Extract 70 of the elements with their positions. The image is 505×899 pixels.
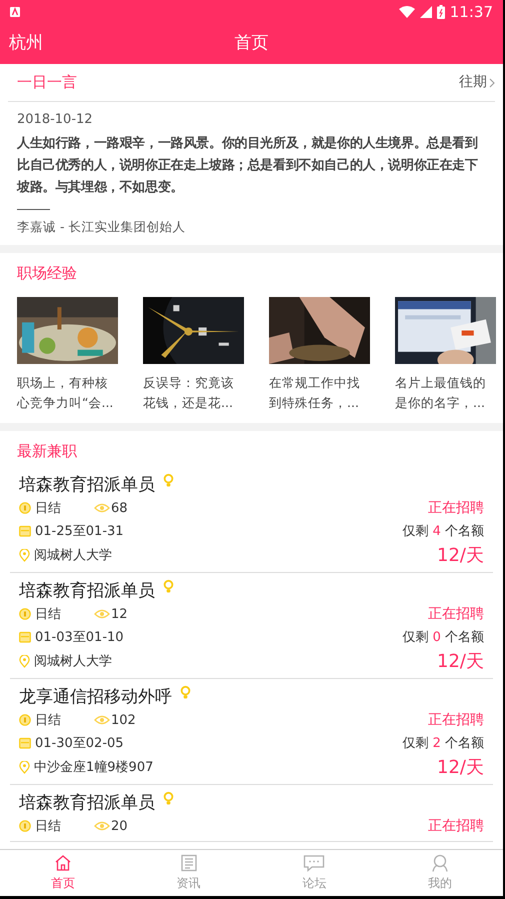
eye-icon (94, 503, 110, 514)
city-selector[interactable]: 杭州 (0, 31, 43, 57)
pay-type: 日结 (35, 606, 61, 624)
lightbulb-icon (180, 684, 191, 700)
signal-icon (420, 6, 432, 18)
coin-icon (19, 714, 31, 726)
quote-date: 2018-10-12 (17, 111, 94, 129)
job-title[interactable]: 培森教育招派单员 (19, 790, 155, 815)
job-status: 正在招聘 (428, 816, 484, 836)
job-dates: 01-30至02-05 (35, 734, 124, 752)
job-status: 正在招聘 (428, 710, 484, 730)
location-pin-icon (19, 655, 30, 668)
home-icon (54, 854, 72, 872)
tab[interactable]: 首页 (0, 850, 126, 896)
pay-type: 日结 (35, 818, 61, 836)
article-title[interactable]: 名片上最值钱的是你的名字，... (395, 373, 496, 414)
lightbulb-icon (163, 472, 174, 488)
newspaper-icon (180, 854, 198, 872)
article-title[interactable]: 在常规工作中找到特殊任务，... (269, 373, 370, 414)
section-title: 最新兼职 (16, 441, 78, 462)
remaining-slots: 仅剩 0 个名额 (402, 628, 484, 647)
job-title[interactable]: 培森教育招派单员 (19, 578, 155, 603)
view-count: 102 (111, 712, 136, 730)
job-location: 阅城树人大学 (34, 547, 112, 565)
quote-author: 李嘉诚 - 长江实业集团创始人 (17, 218, 186, 236)
person-icon (431, 854, 450, 872)
eye-icon (94, 609, 110, 620)
page-title: 首页 (234, 32, 268, 56)
quote-text: 人生如行路，一路艰辛，一路风景。你的目光所及，就是你的人生境界。总是看到比自己优秀的人，说明你正在走上坡路；总是看到不如自己的人，说明你正在走下坡路。与其埋怨，不如思变。 (17, 134, 479, 197)
article-title[interactable]: 反误导：究竟该花钱，还是花... (143, 373, 244, 414)
job-status: 正在招聘 (428, 498, 484, 518)
job-title[interactable]: 龙享通信招移动外呼 (19, 684, 172, 709)
article-title[interactable]: 职场上，有种核心竞争力叫“会... (17, 373, 118, 414)
section-title: 职场经验 (16, 262, 78, 284)
remaining-slots: 仅剩 2 个名额 (402, 734, 484, 753)
view-count: 20 (111, 818, 128, 836)
history-link[interactable]: 往期 (459, 72, 495, 93)
job-dates: 01-25至01-31 (35, 522, 124, 540)
status-time: 11:37 (450, 2, 493, 23)
eye-icon (94, 821, 110, 832)
view-count: 68 (111, 500, 128, 518)
calendar-icon (19, 631, 31, 644)
coin-icon (19, 820, 31, 832)
chat-bubble-icon (303, 854, 326, 872)
job-title[interactable]: 培森教育招派单员 (19, 472, 155, 497)
location-pin-icon (19, 549, 30, 562)
job-wage: 12/天 (437, 650, 484, 674)
location-pin-icon (19, 761, 30, 774)
job-wage: 12/天 (437, 544, 484, 568)
coin-icon (19, 502, 31, 514)
lightbulb-icon (163, 790, 174, 806)
job-location: 阅城树人大学 (34, 653, 112, 671)
lightbulb-icon (163, 578, 174, 594)
section-title: 一日一言 (17, 72, 77, 94)
view-count: 12 (111, 606, 128, 624)
chevron-right-icon (489, 78, 495, 88)
job-wage: 12/天 (437, 756, 484, 780)
notification-icon (10, 7, 20, 17)
pay-type: 日结 (35, 500, 61, 518)
remaining-slots: 仅剩 4 个名额 (402, 522, 484, 541)
calendar-icon (19, 737, 31, 750)
eye-icon (94, 715, 110, 726)
job-location: 中沙金座1幢9楼907 (34, 759, 154, 777)
calendar-icon (19, 525, 31, 538)
coin-icon (19, 608, 31, 620)
wifi-icon (398, 6, 415, 18)
pay-type: 日结 (35, 712, 61, 730)
job-status: 正在招聘 (428, 604, 484, 624)
job-dates: 01-03至01-10 (35, 628, 124, 646)
battery-icon (436, 5, 445, 19)
